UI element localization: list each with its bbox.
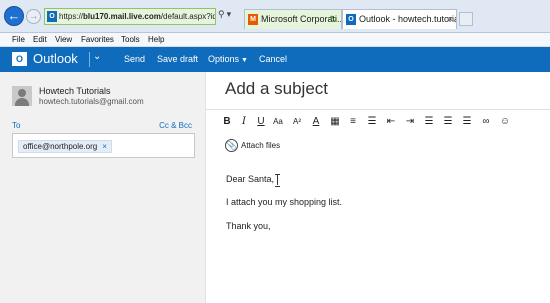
person-head-shape [18,89,26,97]
body-line-1[interactable]: Dear Santa, [226,174,274,184]
recipient-address: office@northpole.org [23,142,98,151]
align-center-icon[interactable]: ☰ [442,115,454,129]
options-button[interactable]: Options ▼ [208,54,248,64]
paperclip-icon: 📎 [225,139,238,152]
highlight-icon[interactable]: ▦ [329,115,341,129]
refresh-icon[interactable]: ↻ [329,10,337,28]
sender-email: howtech.tutorials@gmail.com [39,97,144,106]
tab-label: Outlook - howtech.tutorial... [359,14,456,24]
address-path: /default.aspx?id=648 [160,12,215,21]
link-icon[interactable]: ∞ [480,115,492,129]
to-field[interactable]: office@northpole.org × [12,133,195,158]
caret-down-icon: ▼ [241,57,248,64]
cancel-button[interactable]: Cancel [259,54,287,64]
menu-edit[interactable]: Edit [33,35,47,44]
italic-button[interactable]: I [238,115,250,129]
new-tab-button[interactable] [459,12,473,26]
address-host: blu170.mail.live.com [83,12,161,21]
options-label: Options [208,54,240,64]
app-title[interactable]: Outlook [33,51,78,66]
outlook-logo-icon: O [12,52,27,66]
sender-recipient-pane: Howtech Tutorials howtech.tutorials@gmai… [0,72,206,303]
numbered-list-icon[interactable]: ☰ [366,115,378,129]
subject-divider [206,109,550,110]
app-header: O Outlook ⌄ Send Save draft Options ▼ Can… [0,47,550,72]
i-beam-cursor-icon [275,174,280,187]
menu-bar: File Edit View Favorites Tools Help [0,33,550,47]
browser-toolbar: ← → O https://blu170.mail.live.com/defau… [0,0,550,33]
person-body-shape [15,98,29,106]
save-draft-button[interactable]: Save draft [157,54,198,64]
superscript-button[interactable]: A² [291,115,303,129]
increase-indent-icon[interactable]: ⇥ [404,115,416,129]
font-color-button[interactable]: A [310,115,322,129]
remove-recipient-icon[interactable]: × [102,142,107,151]
body-line-2[interactable]: I attach you my shopping list. [226,197,342,207]
menu-help[interactable]: Help [148,35,164,44]
tab-microsoft[interactable]: M Microsoft Corporati... ↻ [244,9,342,29]
emoji-icon[interactable]: ☺ [499,115,511,129]
site-favicon-icon: O [47,11,57,22]
header-divider [89,52,90,67]
address-prefix: https:// [59,12,84,21]
search-icon[interactable]: ⚲ [218,9,227,19]
to-label[interactable]: To [12,121,20,130]
menu-file[interactable]: File [12,35,25,44]
menu-view[interactable]: View [55,35,72,44]
attach-files-button[interactable]: 📎 Attach files [225,139,280,153]
dropdown-icon[interactable]: ▾ [227,9,234,19]
body-line-3[interactable]: Thank you, [226,221,271,231]
align-left-icon[interactable]: ☰ [423,115,435,129]
address-tools: ⚲▾ [218,9,233,20]
menu-favorites[interactable]: Favorites [81,35,114,44]
decrease-indent-icon[interactable]: ⇤ [385,115,397,129]
attach-files-label: Attach files [241,141,281,150]
subject-input[interactable]: Add a subject [225,79,535,103]
cc-bcc-link[interactable]: Cc & Bcc [159,121,192,130]
microsoft-icon: M [248,14,258,25]
outlook-icon: O [346,14,356,25]
avatar [12,86,32,106]
forward-arrow-icon[interactable]: → [26,9,41,24]
menu-tools[interactable]: Tools [121,35,140,44]
bold-button[interactable]: B [221,115,233,129]
underline-button[interactable]: U [255,115,267,129]
chevron-down-icon[interactable]: ⌄ [93,51,101,62]
tab-outlook[interactable]: O Outlook - howtech.tutorial... × [342,9,457,29]
sender-name: Howtech Tutorials [39,86,111,96]
bullet-list-icon[interactable]: ≡ [347,115,359,129]
align-right-icon[interactable]: ☰ [461,115,473,129]
recipient-chip[interactable]: office@northpole.org × [18,140,112,153]
send-button[interactable]: Send [124,54,145,64]
font-size-button[interactable]: Aa [272,115,284,129]
close-tab-icon[interactable]: × [448,10,453,28]
address-bar[interactable]: O https://blu170.mail.live.com/default.a… [44,8,216,25]
back-arrow-icon[interactable]: ← [4,6,24,26]
